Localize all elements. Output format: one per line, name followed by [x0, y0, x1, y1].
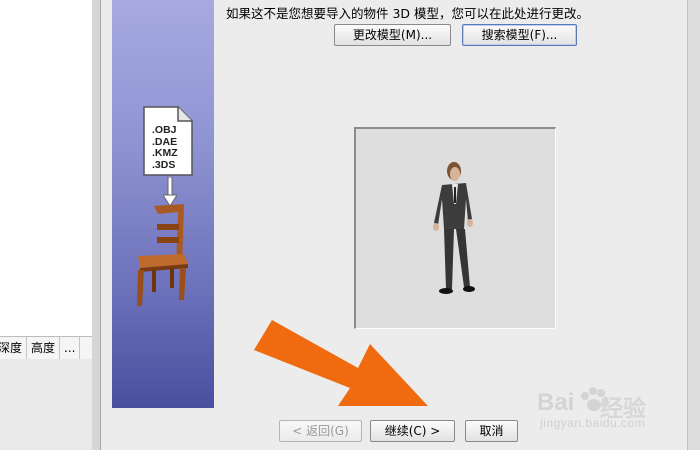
watermark-url: jingyan.baidu.com: [540, 416, 646, 430]
change-model-button[interactable]: 更改模型(M)...: [334, 24, 451, 46]
3d-person-model: [433, 162, 475, 294]
document-icon: .OBJ .DAE .KMZ .3DS: [142, 105, 194, 177]
cancel-button[interactable]: 取消: [465, 420, 518, 442]
continue-button[interactable]: 继续(C) >: [370, 420, 455, 442]
background-panel: [0, 359, 92, 450]
tab-height[interactable]: 高度: [27, 337, 61, 359]
model-preview: [354, 127, 556, 329]
tab-more[interactable]: ...: [60, 337, 81, 359]
format-obj: .OBJ: [152, 124, 177, 136]
change-model-prompt: 如果这不是您想要导入的物件 3D 模型，您可以在此处进行更改。: [226, 6, 590, 21]
background-window: 深度 高度 ...: [0, 0, 93, 450]
tab-depth[interactable]: 深度: [0, 337, 28, 359]
annotation-arrow-icon: [254, 320, 428, 406]
format-kmz: .KMZ: [152, 147, 178, 159]
chair-icon: [137, 204, 188, 306]
svg-text:Bai: Bai: [537, 389, 574, 416]
window-separator: [92, 0, 101, 450]
search-model-button[interactable]: 搜索模型(F)...: [462, 24, 577, 46]
background-tab-bar: 深度 高度 ...: [0, 336, 92, 360]
format-3ds: .3DS: [152, 158, 176, 171]
arrow-down-icon: [163, 177, 177, 207]
back-button[interactable]: < 返回(G): [279, 420, 362, 442]
